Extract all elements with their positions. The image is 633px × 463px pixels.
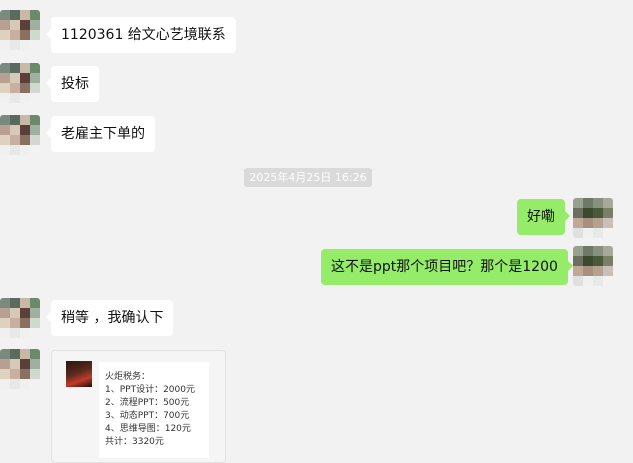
- message-text: 老雇主下单的: [61, 126, 145, 142]
- contact-avatar[interactable]: [0, 349, 40, 389]
- message-bubble-incoming[interactable]: 稍等 ，我确认下: [45, 300, 174, 336]
- price-list-item: 4、思维导图：120元: [105, 424, 191, 434]
- price-list-total: 共计：3320元: [105, 437, 164, 447]
- message-timestamp: 2025年4月25日 16:26: [244, 168, 372, 187]
- message-text: 投标: [61, 76, 89, 92]
- price-list-item: 1、PPT设计：2000元: [105, 385, 195, 395]
- message-bubble-outgoing[interactable]: 好嘞: [517, 199, 570, 235]
- sender-thumbnail: [66, 361, 92, 387]
- contact-avatar[interactable]: [0, 115, 40, 155]
- message-bubble-outgoing[interactable]: 这不是ppt那个项目吧？那个是1200: [321, 249, 573, 285]
- message-text: 1120361 给文心艺境联系: [61, 27, 226, 43]
- price-list-title: 火炬税务：: [105, 372, 151, 382]
- price-list-item: 3、动态PPT：700元: [105, 411, 190, 421]
- message-text: 好嘞: [527, 209, 555, 225]
- message-text: 这不是ppt那个项目吧？那个是1200: [331, 259, 558, 275]
- contact-avatar[interactable]: [0, 63, 40, 103]
- contact-avatar[interactable]: [0, 10, 40, 50]
- chat-message-list[interactable]: 1120361 给文心艺境联系 投标 老雇主下单的 2025年4月25日 16:…: [0, 0, 633, 463]
- message-bubble-incoming[interactable]: 1120361 给文心艺境联系: [46, 17, 236, 53]
- message-bubble-incoming[interactable]: 老雇主下单的: [46, 116, 155, 152]
- self-avatar[interactable]: [573, 198, 613, 238]
- image-message[interactable]: 火炬税务： 1、PPT设计：2000元 2、流程PPT：500元 3、动态PPT…: [51, 350, 226, 463]
- image-content: 火炬税务： 1、PPT设计：2000元 2、流程PPT：500元 3、动态PPT…: [99, 362, 209, 458]
- self-avatar[interactable]: [573, 246, 613, 286]
- price-list-item: 2、流程PPT：500元: [105, 398, 190, 408]
- contact-avatar[interactable]: [0, 298, 40, 338]
- message-text: 稍等 ，我确认下: [61, 310, 164, 326]
- price-list: 火炬税务： 1、PPT设计：2000元 2、流程PPT：500元 3、动态PPT…: [105, 371, 195, 449]
- message-bubble-incoming[interactable]: 投标: [46, 66, 99, 102]
